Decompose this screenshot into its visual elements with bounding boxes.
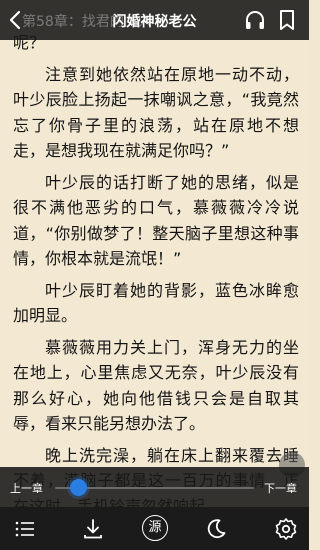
headphones-icon[interactable] [243, 8, 267, 32]
paragraph: 注意到她依然站在原地一动不动，叶少辰脸上扬起一抹嘲讽之意，“我竟然忘了你骨子里的… [13, 64, 299, 161]
night-mode-moon-icon[interactable] [203, 516, 229, 542]
settings-gear-icon[interactable] [273, 516, 299, 542]
paragraph: 叶少辰的话打断了她的思绪，似是很不满他恶劣的口气，慕薇薇冷冷说道，“你别做梦了！… [13, 172, 299, 269]
chapter-content: 呢？ 注意到她依然站在原地一动不动，叶少辰脸上扬起一抹嘲讽之意，“我竟然忘了你骨… [13, 30, 299, 525]
table-of-contents-icon[interactable] [12, 516, 38, 542]
chapter-progress-bar: 上一章 下一章 [0, 467, 309, 507]
top-toolbar: 第58章：找君的女人 闪婚神秘老公 [0, 0, 309, 40]
download-icon[interactable] [80, 516, 106, 542]
progress-slider-thumb[interactable] [70, 479, 88, 496]
paragraph: 叶少辰盯着她的背影，蓝色冰眸愈加明显。 [13, 280, 299, 326]
source-switch-button[interactable]: 源 [142, 515, 168, 541]
bottom-toolbar: 源 [0, 507, 309, 550]
bookmark-icon[interactable] [275, 8, 299, 32]
prev-chapter-button[interactable]: 上一章 [10, 480, 43, 496]
paragraph: 慕薇薇用力关上门，浑身无力的坐在地上，心里焦虑又无奈，叶少辰没有那么好心，她向他… [13, 337, 299, 434]
next-chapter-button[interactable]: 下一章 [264, 480, 297, 496]
